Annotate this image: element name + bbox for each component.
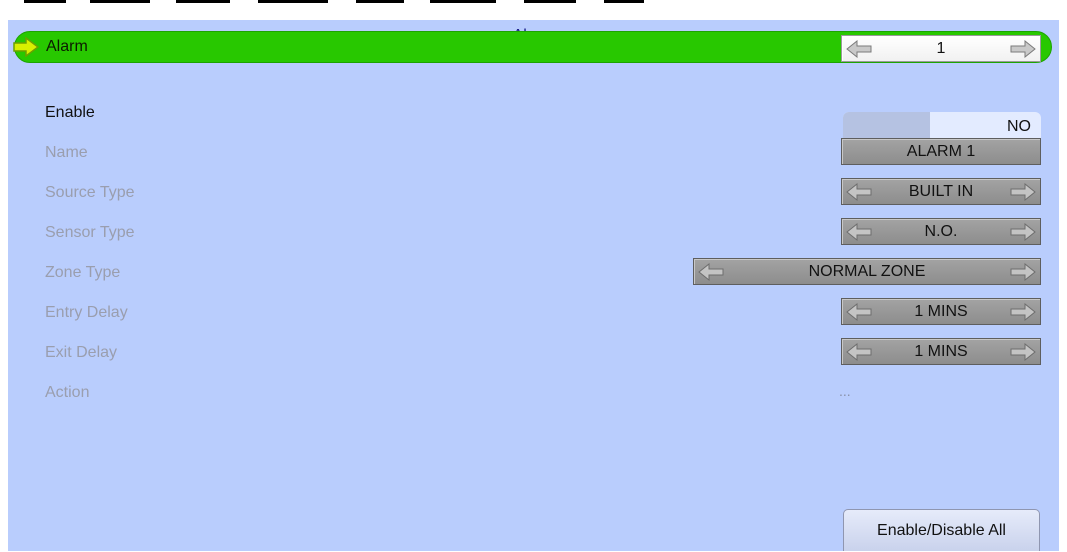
zone-type-spinner[interactable]: NORMAL ZONE: [693, 258, 1041, 285]
exit-delay-spinner[interactable]: 1 MINS: [841, 338, 1041, 365]
sensor-type-spinner[interactable]: N.O.: [841, 218, 1041, 245]
alarm-settings-panel: Alarm: [8, 20, 1059, 551]
action-more-button[interactable]: ...: [839, 383, 851, 399]
alarm-row-label: Alarm: [46, 38, 88, 55]
entry-delay-label: Entry Delay: [45, 304, 128, 321]
green-right-arrow-icon: [13, 37, 40, 57]
name-label: Name: [45, 144, 88, 161]
right-arrow-icon[interactable]: [1010, 40, 1036, 58]
top-strip: [0, 0, 1067, 20]
right-arrow-icon[interactable]: [1010, 263, 1036, 281]
source-type-spinner[interactable]: BUILT IN: [841, 178, 1041, 205]
enable-toggle-value: NO: [1007, 118, 1031, 135]
name-field[interactable]: ALARM 1: [841, 138, 1041, 165]
right-arrow-icon[interactable]: [1010, 223, 1036, 241]
exit-delay-label: Exit Delay: [45, 344, 118, 361]
enable-disable-all-button[interactable]: Enable/Disable All: [843, 509, 1040, 551]
zone-type-value: NORMAL ZONE: [808, 263, 926, 280]
right-arrow-icon[interactable]: [1010, 183, 1036, 201]
entry-delay-spinner[interactable]: 1 MINS: [841, 298, 1041, 325]
right-arrow-icon[interactable]: [1010, 303, 1036, 321]
sensor-type-label: Sensor Type: [45, 224, 135, 241]
enable-label: Enable: [45, 104, 95, 121]
source-type-label: Source Type: [45, 184, 135, 201]
zone-type-label: Zone Type: [45, 264, 121, 281]
right-arrow-icon[interactable]: [1010, 343, 1036, 361]
name-value: ALARM 1: [906, 143, 976, 160]
action-label: Action: [45, 384, 90, 401]
alarm-number-spinner[interactable]: 1: [841, 35, 1041, 62]
